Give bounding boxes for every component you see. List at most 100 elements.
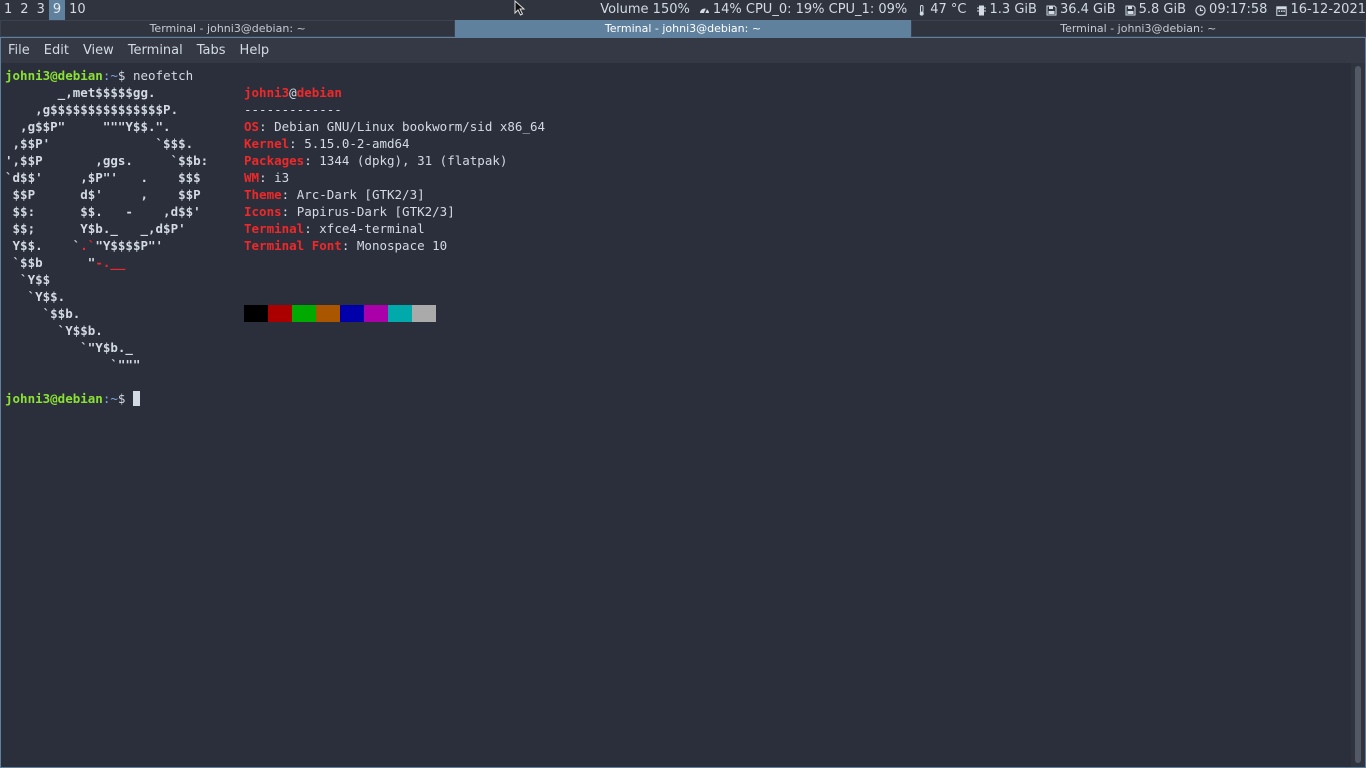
info-key: Kernel — [244, 136, 290, 151]
info-value: : 5.15.0-2-amd64 — [289, 136, 410, 151]
disk-home-status: 5.8 GiB — [1125, 0, 1186, 20]
info-row-wm: WM: i3 — [244, 169, 545, 186]
color-swatch-5 — [364, 305, 388, 322]
prompt-user-host: johni3@debian — [5, 68, 103, 83]
color-swatch-1 — [268, 305, 292, 322]
menu-edit[interactable]: Edit — [37, 38, 76, 63]
window-tab-2[interactable]: Terminal - johni3@debian: ~ — [455, 20, 911, 37]
ascii-line: $$; Y$b._ _,d$P' — [5, 221, 186, 236]
speedometer-icon — [699, 5, 710, 16]
info-host: debian — [296, 85, 342, 100]
workspace-3[interactable]: 3 — [33, 0, 49, 20]
info-at: @ — [289, 85, 297, 100]
disk-root-status: 36.4 GiB — [1046, 0, 1116, 20]
info-row-terminal: Terminal: xfce4-terminal — [244, 220, 545, 237]
ascii-line: `$$b. — [5, 306, 81, 321]
memory-status: 1.3 GiB — [976, 0, 1037, 20]
volume-status[interactable]: Volume 150% — [600, 0, 690, 20]
info-user: johni3 — [244, 85, 290, 100]
info-row-kernel: Kernel: 5.15.0-2-amd64 — [244, 135, 545, 152]
ascii-line: $$: $$. - ,d$$' — [5, 204, 201, 219]
time-status: 09:17:58 — [1195, 0, 1267, 20]
info-value: : Monospace 10 — [341, 238, 448, 253]
terminal-window: File Edit View Terminal Tabs Help johni3… — [0, 37, 1366, 768]
prompt-path: :~ — [102, 68, 118, 83]
menu-tabs[interactable]: Tabs — [190, 38, 233, 63]
window-tab-1[interactable]: Terminal - johni3@debian: ~ — [0, 20, 456, 37]
workspace-1[interactable]: 1 — [0, 0, 16, 20]
floppy-disk-icon — [1125, 5, 1136, 16]
time-label: 09:17:58 — [1209, 2, 1268, 17]
info-value: : i3 — [259, 170, 290, 185]
prompt-symbol: $ — [117, 68, 126, 83]
ascii-line: ,$$P' `$$$. — [5, 136, 194, 151]
info-key: WM — [244, 170, 260, 185]
workspace-9[interactable]: 9 — [48, 0, 66, 20]
menu-file[interactable]: File — [1, 38, 37, 63]
menu-bar: File Edit View Terminal Tabs Help — [1, 38, 1365, 63]
info-row-os: OS: Debian GNU/Linux bookworm/sid x86_64 — [244, 118, 545, 135]
date-label: 16-12-2021 — [1290, 2, 1366, 17]
info-value: : Arc-Dark [GTK2/3] — [281, 187, 425, 202]
window-tab-bar: Terminal - johni3@debian: ~ Terminal - j… — [0, 20, 1366, 37]
ascii-line: _,met$$$$$gg. — [5, 85, 156, 100]
memory-label: 1.3 GiB — [989, 2, 1037, 17]
color-swatch-4 — [340, 305, 364, 322]
ascii-line: `d$$' ,$P"' . $$$ — [5, 170, 201, 185]
mouse-pointer-icon — [514, 0, 526, 16]
floppy-disk-icon — [1046, 5, 1057, 16]
ascii-line: ,g$$P" """Y$$.". — [5, 119, 171, 134]
info-value: : 1344 (dpkg), 31 (flatpak) — [304, 153, 508, 168]
cpu-label: 14% CPU_0: 19% CPU_1: 09% — [712, 2, 908, 17]
prompt-user-host: johni3@debian — [5, 391, 103, 406]
menu-view[interactable]: View — [76, 38, 121, 63]
prompt-symbol: $ — [117, 391, 126, 406]
info-value: : xfce4-terminal — [304, 221, 425, 236]
ascii-line: `Y$$. — [5, 289, 66, 304]
info-key: Theme — [244, 187, 282, 202]
info-row-theme: Theme: Arc-Dark [GTK2/3] — [244, 186, 545, 203]
clock-icon — [1195, 4, 1206, 16]
menu-terminal[interactable]: Terminal — [121, 38, 190, 63]
i3-bar: 1 2 3 9 10 Volume 150% 14% CPU_0: 19% CPU_1:… — [0, 0, 1366, 20]
color-swatch-0 — [244, 305, 268, 322]
workspace-10[interactable]: 10 — [65, 0, 90, 20]
disk-home-label: 5.8 GiB — [1138, 2, 1187, 17]
color-palette — [244, 305, 436, 322]
color-swatch-3 — [316, 305, 340, 322]
ascii-line: `"Y$b._ — [5, 340, 133, 355]
ascii-line: `Y$$ — [5, 272, 51, 287]
info-key: Packages — [244, 153, 305, 168]
color-swatch-6 — [388, 305, 412, 322]
menu-help[interactable]: Help — [233, 38, 277, 63]
info-row-packages: Packages: 1344 (dpkg), 31 (flatpak) — [244, 152, 545, 169]
active-prompt-line[interactable]: johni3@debian:~$ — [5, 390, 140, 407]
debian-ascii-logo: _,met$$$$$gg. ,g$$$$$$$$$$$$$$$P. ,g$$P"… — [5, 84, 208, 373]
window-tab-3[interactable]: Terminal - johni3@debian: ~ — [910, 20, 1366, 37]
ascii-line: Y$$. `.`"Y$$$$P"' — [5, 238, 164, 253]
info-row-icons: Icons: Papirus-Dark [GTK2/3] — [244, 203, 545, 220]
scrollbar-thumb[interactable] — [1355, 66, 1361, 763]
info-row-terminal-font: Terminal Font: Monospace 10 — [244, 237, 545, 254]
temperature-status: 47 °C — [916, 0, 967, 20]
status-blocks: Volume 150% 14% CPU_0: 19% CPU_1: 09% 47… — [591, 0, 1366, 20]
ascii-line: ,g$$$$$$$$$$$$$$$P. — [5, 102, 179, 117]
date-status: 16-12-2021 — [1276, 0, 1366, 20]
info-key: Terminal Font — [244, 238, 342, 253]
calendar-icon — [1276, 5, 1288, 16]
terminal-output[interactable]: johni3@debian:~$ neofetch _,met$$$$$gg. … — [1, 63, 1351, 767]
info-value: : Debian GNU/Linux bookworm/sid x86_64 — [259, 119, 546, 134]
info-separator: ------------- — [244, 102, 342, 117]
workspace-2[interactable]: 2 — [16, 0, 32, 20]
color-swatch-7 — [412, 305, 436, 322]
system-info: johni3@debian ------------- OS: Debian G… — [244, 84, 545, 254]
text-cursor — [132, 391, 140, 406]
prompt-path: :~ — [102, 391, 118, 406]
terminal-scrollbar[interactable] — [1351, 63, 1365, 767]
info-key: Terminal — [244, 221, 305, 236]
thermometer-icon — [916, 4, 927, 16]
temperature-label: 47 °C — [930, 2, 967, 17]
disk-root-label: 36.4 GiB — [1059, 2, 1116, 17]
command-line: johni3@debian:~$ neofetch — [5, 67, 193, 84]
ascii-line: `""" — [5, 357, 141, 372]
